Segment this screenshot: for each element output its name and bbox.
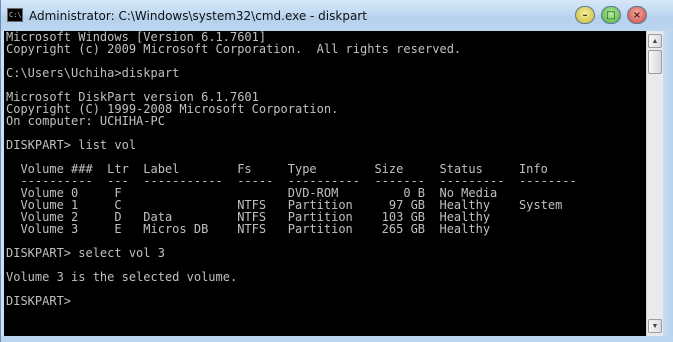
vertical-scrollbar[interactable]: ▲ ▼: [646, 31, 663, 336]
console-line: Volume 3 E Micros DB NTFS Partition 265 …: [6, 222, 491, 236]
minimize-button[interactable]: –: [575, 6, 595, 24]
close-button[interactable]: ×: [627, 6, 647, 24]
maximize-button[interactable]: □: [601, 6, 621, 24]
console-line: On computer: UCHIHA-PC: [6, 114, 165, 128]
scrollbar-thumb[interactable]: [648, 50, 662, 74]
window-bottom-border: [1, 336, 673, 342]
console-line: DISKPART>: [6, 294, 72, 308]
console-line: DISKPART> select vol 3: [6, 246, 165, 260]
console-text: Microsoft Windows [Version 6.1.7601] Copy…: [4, 31, 646, 307]
cmd-window: C:\ Administrator: C:\Windows\system32\c…: [0, 0, 673, 342]
window-right-border: [663, 31, 673, 342]
console-line: C:\Users\Uchiha>diskpart: [6, 66, 180, 80]
scroll-down-icon[interactable]: ▼: [648, 319, 662, 333]
console-line: DISKPART> list vol: [6, 138, 137, 152]
console-output[interactable]: Microsoft Windows [Version 6.1.7601] Copy…: [4, 31, 646, 336]
window-title: Administrator: C:\Windows\system32\cmd.e…: [29, 9, 367, 23]
console-line: Copyright (c) 2009 Microsoft Corporation…: [6, 42, 462, 56]
scroll-up-icon[interactable]: ▲: [648, 34, 662, 48]
title-bar[interactable]: C:\ Administrator: C:\Windows\system32\c…: [1, 0, 673, 31]
console-line: Volume 3 is the selected volume.: [6, 270, 238, 284]
cmd-app-icon[interactable]: C:\: [7, 8, 23, 22]
